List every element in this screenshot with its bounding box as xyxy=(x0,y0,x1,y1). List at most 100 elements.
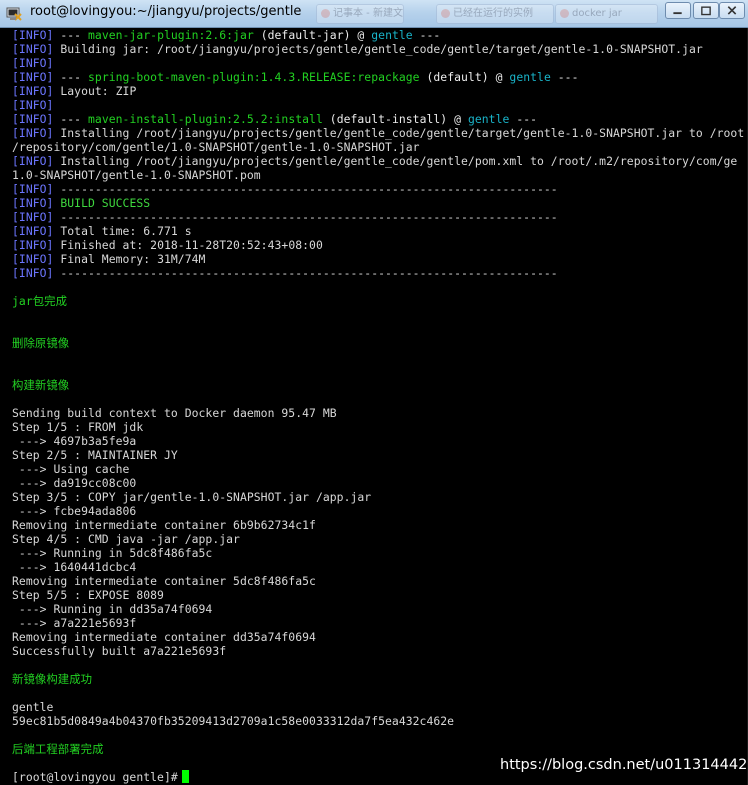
terminal-line: [INFO] --- maven-install-plugin:2.5.2:in… xyxy=(12,112,537,126)
terminal-line: ---> a7a221e5693f xyxy=(12,616,136,630)
terminal-line: 删除原镜像 xyxy=(12,336,69,350)
terminal-line: [INFO] ---------------------------------… xyxy=(12,266,558,280)
log-level-tag: [INFO] xyxy=(12,224,54,238)
terminal-text: ----------------------------------------… xyxy=(53,266,558,280)
terminal-text: Successfully built a7a221e5693f xyxy=(12,644,227,658)
terminal-line: Successfully built a7a221e5693f xyxy=(12,644,226,658)
terminal-line: [INFO] --- maven-jar-plugin:2.6:jar (def… xyxy=(12,28,440,42)
terminal-text: Finished at: 2018-11-28T20:52:43+08:00 xyxy=(53,238,323,252)
terminal-text: Step 1/5 : FROM jdk xyxy=(12,420,144,434)
log-level-tag: [INFO] xyxy=(12,28,54,42)
terminal-line: Step 1/5 : FROM jdk xyxy=(12,420,143,434)
terminal-text: Final Memory: 31M/74M xyxy=(53,252,206,266)
log-level-tag: [INFO] xyxy=(12,196,54,210)
close-icon xyxy=(727,6,737,15)
window-title: root@lovingyou:~/jiangyu/projects/gentle xyxy=(30,4,302,19)
terminal-text: gentle xyxy=(467,112,510,126)
terminal-text: ---> a7a221e5693f xyxy=(12,616,137,630)
terminal-line: [INFO] ---------------------------------… xyxy=(12,210,558,224)
log-level-tag: [INFO] xyxy=(12,210,54,224)
terminal-text: jar包完成 xyxy=(12,294,68,308)
terminal-text: maven-jar-plugin:2.6:jar xyxy=(88,28,254,42)
terminal-text: ---> Running in dd35a74f0694 xyxy=(12,602,213,616)
terminal-line: jar包完成 xyxy=(12,294,67,308)
terminal-text: (default-install) xyxy=(322,112,455,126)
terminal-line: /repository/com/gentle/1.0-SNAPSHOT/gent… xyxy=(12,140,420,154)
terminal-line: ---> Running in 5dc8f486fa5c xyxy=(12,546,212,560)
putty-terminal-icon xyxy=(6,7,22,21)
terminal-line: [INFO] --- spring-boot-maven-plugin:1.4.… xyxy=(12,70,579,84)
terminal-text: ---> fcbe94ada806 xyxy=(12,504,137,518)
log-level-tag: [INFO] xyxy=(12,98,54,112)
terminal-line: ---> fcbe94ada806 xyxy=(12,504,136,518)
watermark: https://blog.csdn.net/u011314442 xyxy=(500,757,748,773)
terminal-line: Step 2/5 : MAINTAINER JY xyxy=(12,448,178,462)
log-level-tag: [INFO] xyxy=(12,42,54,56)
log-level-tag: [INFO] xyxy=(12,56,54,70)
terminal-output[interactable]: [INFO] --- maven-jar-plugin:2.6:jar (def… xyxy=(0,28,748,785)
terminal-text: Installing /root/jiangyu/projects/gentle… xyxy=(53,126,745,140)
terminal-line: [INFO] Installing /root/jiangyu/projects… xyxy=(12,154,737,168)
terminal-text: 新镜像构建成功 xyxy=(12,672,93,686)
terminal-line: Step 5/5 : EXPOSE 8089 xyxy=(12,588,164,602)
terminal-text: --- xyxy=(509,112,538,126)
log-level-tag: [INFO] xyxy=(12,84,54,98)
minimize-icon xyxy=(673,12,682,15)
terminal-text: @ xyxy=(357,28,372,42)
terminal-line: [INFO] xyxy=(12,56,53,70)
terminal-text: ---> Using cache xyxy=(12,462,130,476)
background-tab[interactable]: 记事本 - 新建文本文档 xyxy=(316,4,404,24)
terminal-text: BUILD SUCCESS xyxy=(53,196,151,210)
terminal-line: Step 4/5 : CMD java -jar /app.jar xyxy=(12,532,240,546)
terminal-line: gentle xyxy=(12,700,53,714)
terminal-text: spring-boot-maven-plugin:1.4.3.RELEASE:r… xyxy=(88,70,420,84)
terminal-text: ---> 4697b3a5fe9a xyxy=(12,434,137,448)
terminal-line: 1.0-SNAPSHOT/gentle-1.0-SNAPSHOT.pom xyxy=(12,168,261,182)
terminal-line: [INFO] ---------------------------------… xyxy=(12,182,558,196)
terminal-text: Step 5/5 : EXPOSE 8089 xyxy=(12,588,164,602)
terminal-text: /repository/com/gentle/1.0-SNAPSHOT/gent… xyxy=(12,140,420,154)
terminal-line: [INFO] Installing /root/jiangyu/projects… xyxy=(12,126,744,140)
terminal-line: 59ec81b5d0849a4b04370fb35209413d2709a1c5… xyxy=(12,714,454,728)
terminal-text: Removing intermediate container 6b9b6273… xyxy=(12,518,316,532)
terminal-text: Step 4/5 : CMD java -jar /app.jar xyxy=(12,532,240,546)
terminal-text: Step 3/5 : COPY jar/gentle-1.0-SNAPSHOT.… xyxy=(12,490,372,504)
terminal-line: [INFO] Total time: 6.771 s xyxy=(12,224,192,238)
terminal-text: Total time: 6.771 s xyxy=(53,224,192,238)
terminal-line: ---> 1640441dcbc4 xyxy=(12,560,136,574)
minimize-button[interactable] xyxy=(665,2,691,19)
terminal-line: [INFO] xyxy=(12,98,53,112)
background-tab[interactable]: docker jar xyxy=(555,4,658,24)
maximize-icon xyxy=(701,6,711,16)
terminal-line: 构建新镜像 xyxy=(12,378,69,392)
terminal-cursor xyxy=(182,770,189,783)
terminal-text: 1.0-SNAPSHOT/gentle-1.0-SNAPSHOT.pom xyxy=(12,168,261,182)
terminal-text: 构建新镜像 xyxy=(12,378,70,392)
terminal-line: [INFO] Finished at: 2018-11-28T20:52:43+… xyxy=(12,238,323,252)
terminal-line: ---> Using cache xyxy=(12,462,129,476)
terminal-line: 新镜像构建成功 xyxy=(12,672,92,686)
window-title-bar[interactable]: root@lovingyou:~/jiangyu/projects/gentle… xyxy=(0,0,748,28)
terminal-text: Installing /root/jiangyu/projects/gentle… xyxy=(53,154,738,168)
terminal-text: --- xyxy=(550,70,579,84)
maximize-button[interactable] xyxy=(693,2,719,19)
terminal-text: ---> da919cc08c00 xyxy=(12,476,137,490)
terminal-text: --- xyxy=(53,112,88,126)
terminal-text: 删除原镜像 xyxy=(12,336,70,350)
terminal-text: gentle xyxy=(509,70,551,84)
terminal-text: (default) xyxy=(419,70,496,84)
terminal-line: ---> da919cc08c00 xyxy=(12,476,136,490)
terminal-text: ----------------------------------------… xyxy=(53,210,558,224)
terminal-line: Step 3/5 : COPY jar/gentle-1.0-SNAPSHOT.… xyxy=(12,490,371,504)
background-tab[interactable]: 已经在运行的实例 xyxy=(436,4,554,24)
terminal-text: ---> Running in 5dc8f486fa5c xyxy=(12,546,213,560)
log-level-tag: [INFO] xyxy=(12,126,54,140)
terminal-text: @ xyxy=(454,112,468,126)
terminal-line: [INFO] Final Memory: 31M/74M xyxy=(12,252,205,266)
log-level-tag: [INFO] xyxy=(12,70,54,84)
terminal-text: Removing intermediate container dd35a74f… xyxy=(12,630,316,644)
terminal-text: (default-jar) xyxy=(253,28,358,42)
close-button[interactable] xyxy=(719,2,745,19)
terminal-text: ----------------------------------------… xyxy=(53,182,558,196)
terminal-line: [root@lovingyou gentle]# xyxy=(12,770,185,784)
